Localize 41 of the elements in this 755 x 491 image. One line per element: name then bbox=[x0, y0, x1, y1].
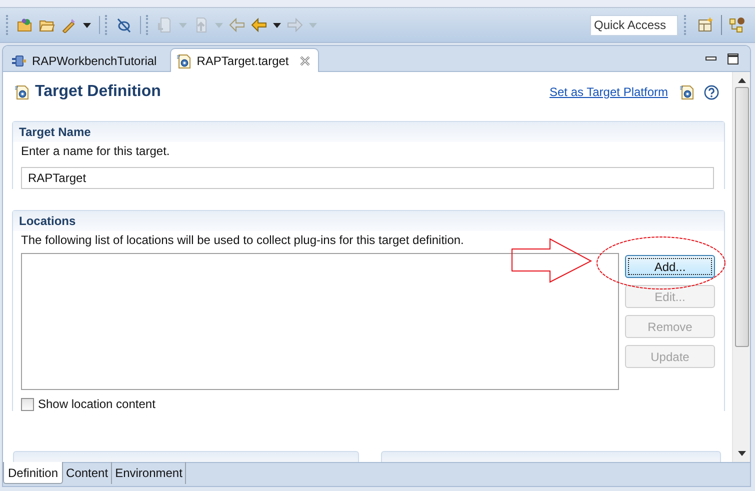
page-title: Target Definition bbox=[35, 83, 161, 101]
close-icon[interactable] bbox=[300, 56, 310, 66]
target-file-icon bbox=[14, 84, 30, 100]
push-button[interactable]: Add... bbox=[625, 255, 715, 278]
back-arrow-icon bbox=[229, 17, 245, 33]
scroll-up-icon[interactable] bbox=[738, 78, 746, 83]
section-title: Locations bbox=[13, 211, 724, 231]
page-tab[interactable]: Content bbox=[63, 462, 112, 484]
document-icon bbox=[157, 17, 173, 33]
plugin-icon bbox=[11, 52, 27, 68]
wand-icon bbox=[61, 17, 77, 33]
caret-icon bbox=[179, 22, 187, 28]
editor-tab[interactable]: RAPWorkbenchTutorial bbox=[5, 49, 166, 71]
help-icon bbox=[704, 84, 719, 100]
scroll-thumb[interactable] bbox=[734, 87, 748, 347]
caret-icon bbox=[273, 22, 281, 28]
show-content-checkbox[interactable]: Show location content bbox=[21, 397, 156, 411]
quick-access-field[interactable]: Quick Access bbox=[590, 14, 678, 36]
editor-tab[interactable]: RAPTarget.target bbox=[170, 48, 319, 72]
target-file-icon bbox=[176, 52, 192, 68]
target-name-field[interactable]: RAPTarget bbox=[21, 167, 714, 189]
section-description: Enter a name for this target. bbox=[21, 143, 171, 159]
hierarchy-icon bbox=[729, 17, 745, 33]
target-file-icon bbox=[679, 84, 695, 100]
back-arrow-icon bbox=[251, 17, 267, 33]
section-title: Target Name bbox=[13, 122, 724, 142]
maximize-icon bbox=[727, 53, 739, 65]
caret-icon bbox=[309, 22, 317, 28]
caret-icon bbox=[83, 22, 91, 28]
folder-icon bbox=[17, 17, 33, 33]
scroll-down-icon[interactable] bbox=[738, 451, 746, 456]
caret-icon bbox=[215, 22, 223, 28]
help-button[interactable] bbox=[704, 84, 719, 100]
set-target-link[interactable]: Set as Target Platform bbox=[550, 85, 668, 99]
forward-arrow-icon bbox=[287, 17, 303, 33]
scrollbar[interactable] bbox=[732, 72, 750, 462]
page-tab[interactable]: Environment bbox=[112, 462, 186, 484]
window-plus-icon bbox=[698, 17, 714, 33]
crossed-link-icon bbox=[116, 17, 132, 33]
section-description: The following list of locations will be used to collect plug-ins for this target definition. bbox=[21, 232, 465, 248]
page-tab[interactable]: Definition bbox=[3, 462, 64, 484]
